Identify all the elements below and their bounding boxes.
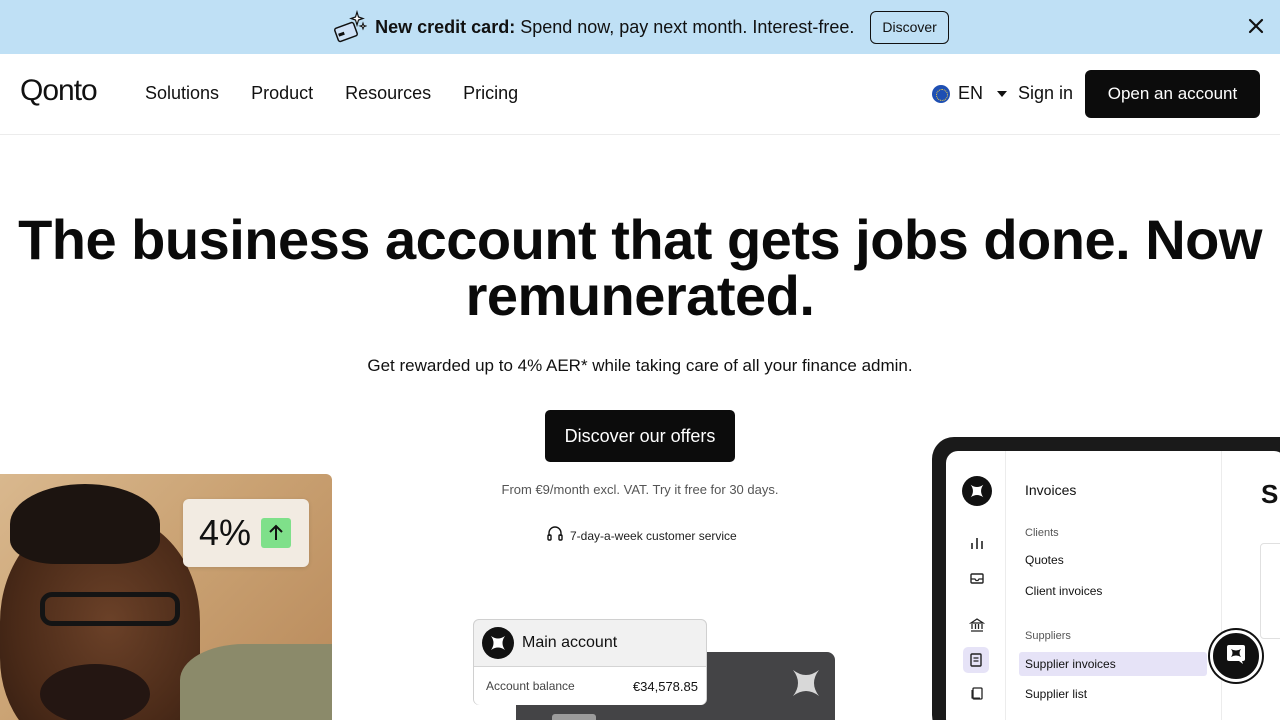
nav-resources[interactable]: Resources [345,83,431,104]
menu-supplier-list[interactable]: Supplier list [1025,687,1087,701]
documents-icon[interactable] [969,685,985,701]
menu-client-invoices[interactable]: Client invoices [1025,584,1102,598]
sign-in-link[interactable]: Sign in [1018,83,1073,104]
banner-text: New credit card: Spend now, pay next mon… [375,16,855,37]
content-card [1260,543,1280,639]
clients-header: Clients [1025,527,1059,539]
menu-supplier-invoices[interactable]: Supplier invoices [1019,652,1207,676]
invoice-icon[interactable] [963,647,989,673]
balance-value: €34,578.85 [632,678,698,694]
nav-product[interactable]: Product [251,83,313,104]
suppliers-header: Suppliers [1025,630,1071,642]
content-heading: S [1261,479,1279,509]
eu-flag-icon [932,84,950,103]
qonto-logo-icon [962,476,992,506]
invoices-panel: Invoices Clients Quotes Client invoices … [1019,451,1225,720]
main-account-widget: Main account Account balance €34,578.85 [473,619,707,705]
arrow-up-icon [261,518,292,548]
service-label: 7-day-a-week customer service [570,528,737,543]
promo-banner: New credit card: Spend now, pay next mon… [0,0,1280,54]
app-sidebar [946,451,1006,720]
nav-pricing[interactable]: Pricing [463,83,518,104]
hero-subtitle: Get rewarded up to 4% AER* while taking … [367,356,913,375]
customer-photo: 4% [0,474,332,720]
beard [40,664,150,720]
close-icon[interactable] [1246,16,1266,36]
chevron-down-icon [997,90,1008,97]
qonto-mark-icon [789,666,823,705]
language-selector[interactable]: EN [932,83,1008,104]
shirt [180,644,332,720]
banner-discover-button[interactable]: Discover [870,10,949,44]
top-nav: Qonto Solutions Product Resources Pricin… [0,54,1280,135]
nav-solutions[interactable]: Solutions [145,83,219,104]
menu-quotes[interactable]: Quotes [1025,553,1064,567]
language-label: EN [958,83,984,103]
glasses [40,592,180,626]
customer-service-note: 7-day-a-week customer service [546,525,737,546]
rate-value: 4% [199,512,252,553]
credit-card-sparkle-icon [331,9,368,45]
discover-offers-button[interactable]: Discover our offers [545,410,735,462]
hero-title: The business account that gets jobs done… [18,208,1262,327]
inbox-icon[interactable] [969,570,985,586]
chat-icon [1225,643,1247,670]
card-chip [552,714,596,720]
headset-icon [546,525,564,546]
balance-label: Account balance [486,679,575,693]
rate-badge: 4% [183,499,309,567]
person-hair [10,484,160,564]
nav-links: Solutions Product Resources Pricing [145,83,518,104]
account-title: Main account [522,634,618,651]
panel-title: Invoices [1025,482,1077,498]
bar-chart-icon[interactable] [969,535,985,551]
bank-icon[interactable] [968,617,986,633]
open-account-button[interactable]: Open an account [1085,70,1260,118]
qonto-logo-icon [482,627,514,659]
chat-button[interactable] [1210,630,1262,682]
logo[interactable]: Qonto [20,74,98,108]
